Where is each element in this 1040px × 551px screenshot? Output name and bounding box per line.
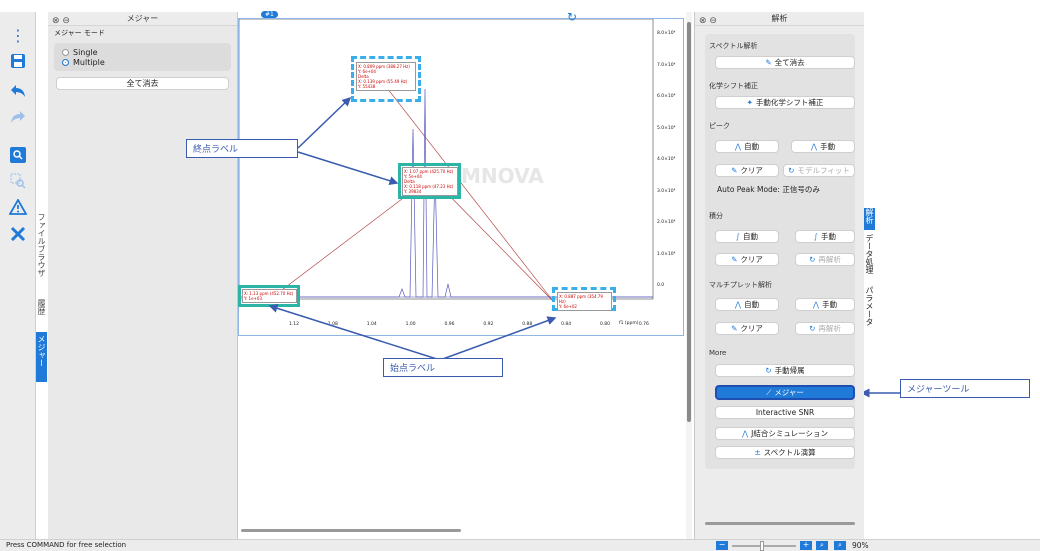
section-chem-shift: 化学シフト補正 (709, 82, 758, 90)
multiplet-auto-button[interactable]: ⋀ 自動 (715, 298, 779, 311)
zoom-slider[interactable] (732, 545, 796, 547)
integral-reanalyze-icon: ↻ (809, 255, 816, 264)
start-label-callout: 始点ラベル (383, 358, 503, 377)
zoom-out-icon[interactable]: − (716, 541, 728, 550)
analysis-panel: ⊗ ⊖ 解析 スペクトル解析 ✎ 全て消去 化学シフト補正 ✦ 手動化学シフト補正 … (694, 12, 864, 539)
peak-clear-button[interactable]: ✎ クリア (715, 164, 779, 177)
multiplet-manual-label: 手動 (822, 300, 838, 309)
auto-peak-mode: Auto Peak Mode: 正信号のみ (717, 185, 820, 194)
measure-button[interactable]: ⟋ メジャー (715, 385, 855, 400)
tab-data-processing[interactable]: データ処理 (864, 234, 875, 282)
zoom-fit-icon[interactable]: ⌕ (816, 541, 828, 550)
multiplet-reanalyze-button[interactable]: ↻ 再解析 (795, 322, 855, 335)
measure-icon: ⟋ (766, 388, 772, 397)
integral-manual-icon: ∫ (814, 232, 818, 241)
snr-button[interactable]: Interactive SNR (715, 406, 855, 419)
measure-tool-callout: メジャーツール (900, 379, 1030, 398)
integral-clear-button[interactable]: ✎ クリア (715, 253, 779, 266)
peak-auto-button[interactable]: ⋀ 自動 (715, 140, 779, 153)
manual-shift-button[interactable]: ✦ 手動化学シフト補正 (715, 96, 855, 109)
clear-all-label: 全て消去 (774, 58, 805, 67)
integral-clear-label: クリア (740, 255, 763, 264)
model-fit-label: モデルフィット (797, 166, 850, 175)
spec-calc-button[interactable]: ± スペクトル演算 (715, 446, 855, 459)
zoom-level: 90% (852, 541, 869, 550)
measure-label: メジャー (774, 388, 804, 397)
multiplet-auto-icon: ⋀ (734, 300, 742, 309)
end-label-callout: 終点ラベル (186, 139, 298, 158)
assign-icon: ↻ (765, 366, 772, 375)
integral-auto-icon: ∫ (736, 232, 740, 241)
peak-manual-icon: ⋀ (810, 142, 818, 151)
analysis-panel-title: 解析 (771, 14, 788, 23)
multiplet-auto-label: 自動 (744, 300, 760, 309)
j-sim-label: J結合シミュレーション (751, 429, 829, 438)
section-integral: 積分 (709, 212, 723, 220)
zoom-reset-icon[interactable]: ⌕ (834, 541, 846, 550)
section-peak: ピーク (709, 122, 730, 130)
tab-analysis[interactable]: 解析 (864, 208, 875, 230)
integral-manual-label: 手動 (820, 232, 836, 241)
integral-manual-button[interactable]: ∫ 手動 (795, 230, 855, 243)
clear-icon: ✎ (765, 58, 772, 67)
peak-clear-label: クリア (740, 166, 763, 175)
peak-auto-icon: ⋀ (734, 142, 742, 151)
model-fit-button[interactable]: ↻ モデルフィット (783, 164, 855, 177)
plus-minus-icon: ± (754, 448, 761, 457)
section-spectrum-analysis: スペクトル解析 (709, 42, 758, 50)
model-fit-icon: ↻ (788, 166, 795, 175)
peak-auto-label: 自動 (744, 142, 760, 151)
multiplet-manual-icon: ⋀ (812, 300, 820, 309)
clear-all-button[interactable]: ✎ 全て消去 (715, 56, 855, 69)
multiplet-manual-button[interactable]: ⋀ 手動 (795, 298, 855, 311)
section-more: More (709, 349, 727, 357)
tab-parameters[interactable]: パラメータ (864, 286, 875, 340)
multiplet-clear-button[interactable]: ✎ クリア (715, 322, 779, 335)
status-bar: Press COMMAND for free selection − + ⌕ ⌕… (0, 539, 1040, 551)
zoom-in-icon[interactable]: + (800, 541, 812, 550)
status-text: Press COMMAND for free selection (6, 541, 127, 549)
peak-clear-icon: ✎ (731, 166, 738, 175)
analysis-panel-header: ⊗ ⊖ 解析 (695, 12, 864, 26)
integral-auto-label: 自動 (742, 232, 758, 241)
integral-reanalyze-button[interactable]: ↻ 再解析 (795, 253, 855, 266)
analysis-scrollbar[interactable] (705, 522, 855, 525)
zoom-slider-handle[interactable] (760, 541, 764, 551)
peak-manual-button[interactable]: ⋀ 手動 (791, 140, 855, 153)
j-sim-icon: ⋀ (741, 429, 749, 438)
multiplet-clear-icon: ✎ (731, 324, 738, 333)
integral-clear-icon: ✎ (731, 255, 738, 264)
callout-arrows (268, 96, 900, 398)
multiplet-reanalyze-icon: ↻ (809, 324, 816, 333)
window-buttons-icon[interactable]: ⊗ ⊖ (699, 14, 717, 28)
manual-shift-label: 手動化学シフト補正 (755, 98, 824, 107)
multiplet-reanalyze-label: 再解析 (818, 324, 841, 333)
peak-manual-label: 手動 (820, 142, 836, 151)
spec-calc-label: スペクトル演算 (763, 448, 816, 457)
integral-auto-button[interactable]: ∫ 自動 (715, 230, 779, 243)
j-sim-button[interactable]: ⋀ J結合シミュレーション (715, 427, 855, 440)
section-multiplet: マルチプレット解析 (709, 281, 772, 289)
shift-icon: ✦ (746, 98, 753, 107)
manual-assign-button[interactable]: ↻ 手動帰属 (715, 364, 855, 377)
right-vertical-tabs: 解析 データ処理 パラメータ (864, 208, 876, 340)
multiplet-clear-label: クリア (740, 324, 763, 333)
manual-assign-label: 手動帰属 (774, 366, 805, 375)
integral-reanalyze-label: 再解析 (818, 255, 841, 264)
